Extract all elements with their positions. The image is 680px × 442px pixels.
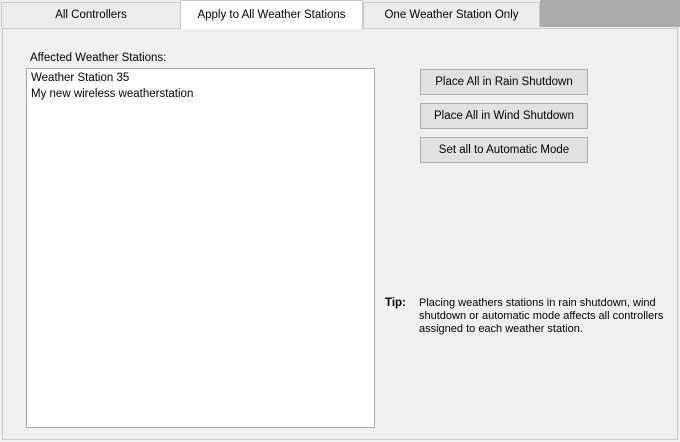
tab-all-controllers[interactable]: All Controllers bbox=[1, 2, 181, 27]
list-item[interactable]: Weather Station 35 bbox=[30, 70, 371, 86]
affected-stations-list[interactable]: Weather Station 35 My new wireless weath… bbox=[26, 68, 375, 428]
place-all-wind-shutdown-button[interactable]: Place All in Wind Shutdown bbox=[420, 103, 588, 129]
affected-stations-label: Affected Weather Stations: bbox=[30, 52, 167, 64]
place-all-rain-shutdown-button[interactable]: Place All in Rain Shutdown bbox=[420, 69, 588, 95]
tip-text: Placing weathers stations in rain shutdo… bbox=[419, 297, 664, 335]
list-item[interactable]: My new wireless weatherstation bbox=[30, 86, 371, 102]
tab-strip-background bbox=[540, 0, 680, 27]
tab-strip: All Controllers Apply to All Weather Sta… bbox=[0, 0, 680, 29]
set-all-automatic-mode-button[interactable]: Set all to Automatic Mode bbox=[420, 137, 588, 163]
tip-label: Tip: bbox=[385, 297, 406, 309]
tab-one-weather-station-only[interactable]: One Weather Station Only bbox=[363, 2, 540, 27]
tab-apply-to-all-weather-stations[interactable]: Apply to All Weather Stations bbox=[180, 0, 363, 29]
